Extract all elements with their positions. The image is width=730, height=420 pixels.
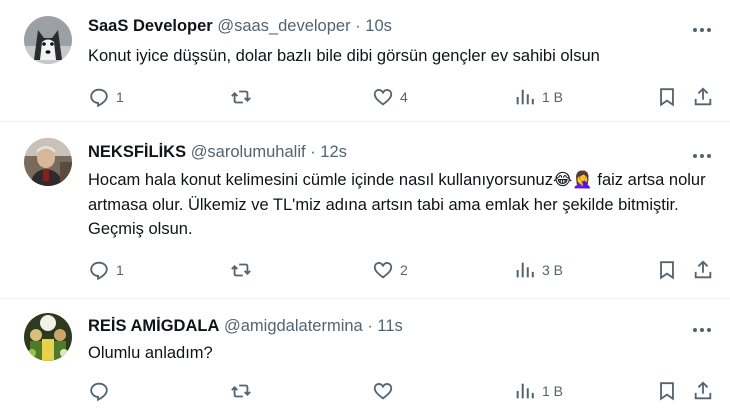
like-count: 2 (400, 262, 408, 278)
views-button[interactable]: 1 B (514, 379, 563, 403)
husky-avatar-icon (24, 16, 72, 64)
share-button[interactable] (692, 258, 714, 282)
tweet-header: REİS AMİGDALA @amigdalatermina · 11s (88, 315, 403, 337)
tweet-text: Hocam hala konut kelimesini cümle içinde… (88, 171, 706, 238)
views-button[interactable]: 3 B (514, 258, 563, 282)
bookmark-icon (660, 261, 674, 280)
retweet-icon (231, 263, 251, 277)
bookmark-button[interactable] (656, 379, 678, 403)
retweet-button[interactable] (230, 258, 258, 282)
retweet-button[interactable] (230, 85, 258, 109)
more-icon[interactable] (692, 148, 712, 159)
reply-button[interactable]: 1 (88, 85, 124, 109)
views-button[interactable]: 1 B (514, 85, 563, 109)
reply-button[interactable] (88, 379, 116, 403)
timestamp[interactable]: 12s (320, 143, 347, 161)
share-button[interactable] (692, 379, 714, 403)
timestamp[interactable]: 11s (377, 317, 402, 335)
more-icon[interactable] (692, 322, 712, 333)
like-icon (373, 383, 393, 400)
retweet-icon (231, 384, 251, 398)
user-handle[interactable]: @saas_developer (217, 17, 350, 35)
share-button[interactable] (692, 85, 714, 109)
man-avatar-icon (24, 138, 72, 186)
more-icon[interactable] (692, 22, 712, 33)
separator-dot: · (367, 317, 373, 335)
action-bar: 1 B (88, 379, 718, 403)
crowd-avatar-icon (24, 313, 72, 361)
reply-count: 1 (116, 262, 124, 278)
tweet-2[interactable]: NEKSFİLİKS @sarolumuhalif · 12s Hocam ha… (0, 122, 730, 298)
action-bar: 1 4 1 B (88, 85, 718, 109)
user-handle[interactable]: @sarolumuhalif (191, 143, 306, 161)
share-icon (694, 260, 712, 279)
views-count: 3 B (542, 262, 564, 278)
avatar[interactable] (24, 16, 72, 64)
tweet-text: Olumlu anladım? (88, 344, 213, 362)
display-name[interactable]: NEKSFİLİKS (88, 143, 186, 161)
views-count: 1 B (542, 383, 564, 399)
share-icon (694, 381, 712, 400)
separator-dot: · (310, 143, 316, 161)
like-button[interactable]: 2 (372, 258, 408, 282)
like-button[interactable] (372, 379, 400, 403)
like-icon (373, 262, 393, 279)
views-count: 1 B (542, 89, 564, 105)
tweet-header: SaaS Developer @saas_developer · 10s (88, 15, 392, 37)
retweet-button[interactable] (230, 379, 258, 403)
separator-dot: · (355, 17, 361, 35)
tweet-1[interactable]: SaaS Developer @saas_developer · 10s Kon… (0, 0, 730, 121)
reply-icon (90, 382, 108, 402)
user-handle[interactable]: @amigdalatermina (224, 317, 363, 335)
display-name[interactable]: SaaS Developer (88, 17, 213, 35)
reply-icon (90, 261, 108, 281)
avatar[interactable] (24, 313, 72, 361)
views-icon (516, 89, 534, 105)
timestamp[interactable]: 10s (365, 17, 392, 35)
views-icon (516, 262, 534, 278)
like-icon (373, 89, 393, 106)
action-bar: 1 2 3 B (88, 258, 718, 282)
tweet-header: NEKSFİLİKS @sarolumuhalif · 12s (88, 141, 347, 163)
bookmark-icon (660, 88, 674, 107)
display-name[interactable]: REİS AMİGDALA (88, 317, 219, 335)
bookmark-button[interactable] (656, 85, 678, 109)
like-button[interactable]: 4 (372, 85, 408, 109)
share-icon (694, 87, 712, 106)
bookmark-icon (660, 382, 674, 401)
tweet-text: Konut iyice düşsün, dolar bazlı bile dib… (88, 47, 600, 65)
avatar[interactable] (24, 138, 72, 186)
views-icon (516, 383, 534, 399)
reply-button[interactable]: 1 (88, 258, 124, 282)
like-count: 4 (400, 89, 408, 105)
tweet-3[interactable]: REİS AMİGDALA @amigdalatermina · 11s Olu… (0, 299, 730, 420)
retweet-icon (231, 90, 251, 104)
bookmark-button[interactable] (656, 258, 678, 282)
reply-count: 1 (116, 89, 124, 105)
reply-icon (90, 88, 108, 108)
